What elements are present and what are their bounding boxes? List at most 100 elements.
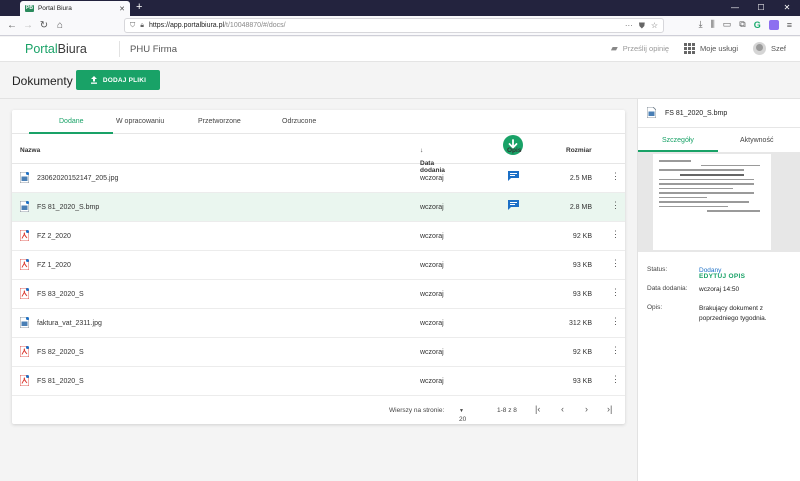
column-description[interactable]: Opis xyxy=(507,147,521,154)
first-page-icon[interactable]: |‹ xyxy=(535,404,540,414)
dropdown-arrow-icon: ▼ xyxy=(459,408,464,414)
more-vert-icon[interactable]: ⋮ xyxy=(611,172,620,181)
page-header: Dokumenty DODAJ PLIKI xyxy=(0,62,800,99)
table-row[interactable]: FS 81_2020_S.bmp wczoraj 2.8 MB ⋮ xyxy=(12,193,625,222)
screenshot-icon[interactable]: ⧉ xyxy=(739,19,745,30)
grammarly-extension-icon[interactable]: G xyxy=(754,20,761,30)
file-size: 2.5 MB xyxy=(569,175,592,182)
table-row[interactable]: 23062020152147_205.jpg wczoraj 2.5 MB ⋮ xyxy=(12,164,625,193)
file-name[interactable]: FS 83_2020_S xyxy=(37,291,84,298)
file-name[interactable]: FS 81_2020_S.bmp xyxy=(37,204,99,211)
date-added: wczoraj xyxy=(420,233,444,240)
tab-odrzucone[interactable]: Odrzucone xyxy=(282,118,316,125)
file-size: 93 KB xyxy=(572,378,592,385)
page-range: 1-8 z 8 xyxy=(497,407,517,414)
close-tab-icon[interactable]: ✕ xyxy=(119,5,125,13)
date-added: wczoraj xyxy=(420,320,444,327)
pdf-file-icon xyxy=(19,345,30,358)
more-actions-icon[interactable]: ··· xyxy=(625,21,633,31)
date-added-label: Data dodania: xyxy=(647,285,688,292)
rows-per-page-select[interactable]: 20 ▼ xyxy=(459,407,466,423)
tab-activity[interactable]: Aktywność xyxy=(740,137,773,144)
apps-grid-icon[interactable] xyxy=(684,43,696,54)
more-vert-icon[interactable]: ⋮ xyxy=(611,375,620,384)
bookmark-star-icon[interactable]: ☆ xyxy=(651,21,658,31)
table-row[interactable]: FS 81_2020_S wczoraj 93 KB ⋮ xyxy=(12,367,625,396)
library-icon[interactable]: ⫼ xyxy=(711,19,715,30)
portalbiura-logo[interactable]: PortalBiura xyxy=(25,42,87,56)
shield-icon[interactable]: ⛉ xyxy=(130,22,135,30)
tab-dodane[interactable]: Dodane xyxy=(59,118,84,125)
browser-toolbar-right: ⤓ ⫼ ▭ ⧉ G ≡ xyxy=(699,19,792,30)
file-name[interactable]: FZ 2_2020 xyxy=(37,233,71,240)
close-window-icon[interactable]: ✕ xyxy=(774,0,800,16)
description-icon[interactable] xyxy=(508,200,519,210)
download-icon[interactable]: ⤓ xyxy=(699,19,703,30)
column-date[interactable]: Data dodania ↓ xyxy=(420,147,445,174)
tab-w-opracowaniu[interactable]: W opracowaniu xyxy=(116,118,164,125)
sidebar-icon[interactable]: ▭ xyxy=(723,19,732,30)
tab-przetworzone[interactable]: Przetworzone xyxy=(198,118,241,125)
favicon-icon: PB xyxy=(25,5,34,12)
lock-icon[interactable]: 🔒︎ xyxy=(140,22,144,30)
image-file-icon xyxy=(647,107,656,118)
reload-icon[interactable]: ↻ xyxy=(36,20,52,31)
window-controls: — ☐ ✕ xyxy=(722,0,800,16)
maximize-icon[interactable]: ☐ xyxy=(748,0,774,16)
home-icon[interactable]: ⌂ xyxy=(52,20,68,31)
table-row[interactable]: faktura_vat_2311.jpg wczoraj 312 KB ⋮ xyxy=(12,309,625,338)
back-icon[interactable]: ← xyxy=(4,20,20,31)
feedback-icon[interactable]: ▰ xyxy=(611,43,618,54)
description-label: Opis: xyxy=(647,304,663,311)
sort-down-icon: ↓ xyxy=(420,147,424,154)
file-size: 312 KB xyxy=(569,320,592,327)
avatar[interactable] xyxy=(752,42,766,55)
add-files-button[interactable]: DODAJ PLIKI xyxy=(76,70,160,90)
date-added-value: wczoraj 14:50 xyxy=(699,286,740,293)
extension-icon[interactable] xyxy=(768,19,779,30)
table-row[interactable]: FS 83_2020_S wczoraj 93 KB ⋮ xyxy=(12,280,625,309)
column-name[interactable]: Nazwa xyxy=(20,147,40,154)
prev-page-icon[interactable]: ‹ xyxy=(561,404,564,414)
more-vert-icon[interactable]: ⋮ xyxy=(611,317,620,326)
tab-details[interactable]: Szczegóły xyxy=(662,137,694,144)
more-vert-icon[interactable]: ⋮ xyxy=(611,288,620,297)
date-added: wczoraj xyxy=(420,262,444,269)
more-vert-icon[interactable]: ⋮ xyxy=(611,201,620,210)
table-row[interactable]: FZ 2_2020 wczoraj 92 KB ⋮ xyxy=(12,222,625,251)
user-name[interactable]: Szef xyxy=(771,44,786,53)
file-name[interactable]: FS 81_2020_S xyxy=(37,378,84,385)
page-title: Dokumenty xyxy=(12,74,73,88)
column-size[interactable]: Rozmiar xyxy=(566,147,592,154)
document-preview[interactable] xyxy=(638,152,800,252)
pdf-file-icon xyxy=(19,229,30,242)
description-icon[interactable] xyxy=(508,171,519,181)
details-header: FS 81_2020_S.bmp xyxy=(638,99,800,128)
browser-navbar: ← → ↻ ⌂ ⛉ 🔒︎ https://app.portalbiura.pl/… xyxy=(0,16,800,36)
new-tab-button[interactable]: + xyxy=(136,1,142,14)
more-vert-icon[interactable]: ⋮ xyxy=(611,346,620,355)
url-bar[interactable]: ⛉ 🔒︎ https://app.portalbiura.pl/t/100488… xyxy=(124,18,664,33)
more-vert-icon[interactable]: ⋮ xyxy=(611,230,620,239)
documents-card: Dodane W opracowaniu Przetworzone Odrzuc… xyxy=(12,110,625,424)
next-page-icon[interactable]: › xyxy=(585,404,588,414)
my-services-link[interactable]: Moje usługi xyxy=(700,44,738,53)
file-name[interactable]: faktura_vat_2311.jpg xyxy=(37,320,102,327)
image-file-icon xyxy=(19,171,30,184)
pocket-icon[interactable]: ⛊ xyxy=(639,21,645,31)
file-name[interactable]: 23062020152147_205.jpg xyxy=(37,175,118,182)
table-row[interactable]: FZ 1_2020 wczoraj 93 KB ⋮ xyxy=(12,251,625,280)
forward-icon[interactable]: → xyxy=(20,20,36,31)
more-vert-icon[interactable]: ⋮ xyxy=(611,259,620,268)
feedback-link[interactable]: Prześlij opinię xyxy=(623,44,669,53)
minimize-icon[interactable]: — xyxy=(722,0,748,16)
url-text[interactable]: https://app.portalbiura.pl/t/10048870/#/… xyxy=(149,22,286,29)
file-name[interactable]: FS 82_2020_S xyxy=(37,349,84,356)
table-row[interactable]: FS 82_2020_S wczoraj 92 KB ⋮ xyxy=(12,338,625,367)
browser-tab[interactable]: PB Portal Biura ✕ xyxy=(20,1,130,16)
file-name[interactable]: FZ 1_2020 xyxy=(37,262,71,269)
last-page-icon[interactable]: ›| xyxy=(607,404,612,414)
menu-icon[interactable]: ≡ xyxy=(787,20,792,30)
status-label: Status: xyxy=(647,266,668,273)
edit-description-link[interactable]: EDYTUJ OPIS xyxy=(699,273,745,280)
